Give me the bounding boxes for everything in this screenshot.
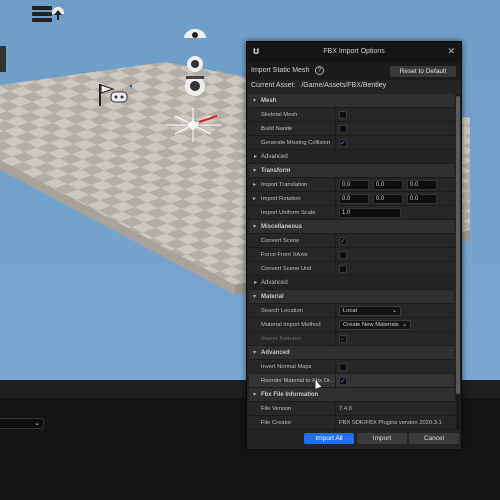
option-reorder-material: Reorder Material to Fbx Or... ✓ <box>249 374 454 388</box>
rotation-z-input[interactable]: 0.0 <box>407 194 437 204</box>
generate-collision-checkbox[interactable]: ✓ <box>339 139 347 147</box>
caret-down-icon: ▾ <box>253 98 257 104</box>
caret-down-icon: ▾ <box>253 392 257 398</box>
dialog-footer: Import All Import Cancel <box>247 430 461 449</box>
player-start-icon[interactable] <box>98 82 133 110</box>
rotation-y-input[interactable]: 0.0 <box>373 194 403 204</box>
option-build-nanite: Build Nanite <box>249 122 454 136</box>
file-version-value: 7.4.0 <box>339 406 352 412</box>
force-front-xaxis-checkbox[interactable] <box>339 251 347 259</box>
dialog-titlebar[interactable]: ʊ FBX Import Options ✕ <box>247 42 461 62</box>
caret-right-icon: ▸ <box>254 280 258 286</box>
option-convert-scene-unit: Convert Scene Unit <box>249 262 454 276</box>
info-file-version: File Version 7.4.0 <box>249 402 454 416</box>
import-textures-checkbox: ✓ <box>339 335 347 343</box>
uniform-scale-input[interactable]: 1.0 <box>339 208 401 218</box>
material-import-method-dropdown[interactable]: Create New Materials ⌄ <box>339 320 411 330</box>
file-creator-value: FBX SDK/FBX Plugins version 2020.3.1 <box>339 420 442 426</box>
chevron-down-icon: ⌄ <box>391 308 397 314</box>
caret-down-icon: ▾ <box>253 224 257 230</box>
help-icon[interactable]: ? <box>315 66 324 75</box>
translation-y-input[interactable]: 0.0 <box>373 180 403 190</box>
convert-scene-unit-checkbox[interactable] <box>339 265 347 273</box>
option-invert-normal-maps: Invert Normal Maps <box>249 360 454 374</box>
option-uniform-scale: Import Uniform Scale 1.0 <box>249 206 454 220</box>
reset-to-default-button[interactable]: Reset to Default <box>390 66 456 77</box>
option-force-front-xaxis: Force Front XAxis <box>249 248 454 262</box>
section-material[interactable]: ▾ Material <box>249 290 454 304</box>
sky-sphere-icon[interactable] <box>182 26 208 42</box>
caret-right-icon: ▸ <box>254 154 258 160</box>
option-convert-scene: Convert Scene ✓ <box>249 234 454 248</box>
section-mesh[interactable]: ▾ Mesh <box>249 94 454 108</box>
info-file-creator: File Creator FBX SDK/FBX Plugins version … <box>249 416 454 430</box>
import-all-button[interactable]: Import All <box>304 433 354 444</box>
section-advanced[interactable]: ▾ Advanced <box>249 346 454 360</box>
section-miscellaneous[interactable]: ▾ Miscellaneous <box>249 220 454 234</box>
option-import-translation: ▸ Import Translation 0.0 0.0 0.0 <box>249 178 454 192</box>
caret-right-icon[interactable]: ▸ <box>253 181 256 188</box>
close-icon[interactable]: ✕ <box>447 46 455 57</box>
viewport-edge-widget <box>0 46 6 72</box>
cancel-button[interactable]: Cancel <box>409 433 459 444</box>
rotation-x-input[interactable]: 0.0 <box>339 194 369 204</box>
options-scrollbar[interactable] <box>456 94 460 430</box>
convert-scene-checkbox[interactable]: ✓ <box>339 237 347 245</box>
cloud-upload-icon[interactable] <box>30 2 66 28</box>
translation-z-input[interactable]: 0.0 <box>407 180 437 190</box>
section-transform[interactable]: ▾ Transform <box>249 164 454 178</box>
invert-normal-maps-checkbox[interactable] <box>339 363 347 371</box>
current-asset-label: Current Asset: <box>251 82 296 89</box>
section-fbx-file-information[interactable]: ▾ Fbx File Information <box>249 388 454 402</box>
skeletal-mesh-checkbox[interactable] <box>339 111 347 119</box>
caret-down-icon: ▾ <box>253 294 257 300</box>
option-import-textures: Import Textures ✓ <box>249 332 454 346</box>
directional-light-gizmo-icon[interactable] <box>165 108 221 144</box>
dialog-subheader: Import Static Mesh ? Reset to Default <box>247 62 461 80</box>
chevron-down-icon: ⌄ <box>34 420 40 427</box>
option-skeletal-mesh: Skeletal Mesh <box>249 108 454 122</box>
dialog-title: FBX Import Options <box>323 48 385 55</box>
current-asset-path: /Game/Assets/FBX/Bentley <box>301 82 387 89</box>
import-type-label: Import Static Mesh <box>251 67 310 74</box>
reorder-material-checkbox[interactable]: ✓ <box>339 377 347 385</box>
chevron-down-icon: ⌄ <box>401 322 407 328</box>
import-button[interactable]: Import <box>357 433 407 444</box>
caret-right-icon[interactable]: ▸ <box>253 195 256 202</box>
search-location-dropdown[interactable]: Local ⌄ <box>339 306 401 316</box>
option-material-import-method: Material Import Method Create New Materi… <box>249 318 454 332</box>
mesh-advanced-toggle[interactable]: ▸ Advanced <box>249 150 454 164</box>
option-search-location: Search Location Local ⌄ <box>249 304 454 318</box>
current-asset: Current Asset: /Game/Assets/FBX/Bentley <box>251 82 386 89</box>
misc-advanced-toggle[interactable]: ▸ Advanced <box>249 276 454 290</box>
option-generate-collision: Generate Missing Collision ✓ <box>249 136 454 150</box>
caret-down-icon: ▾ <box>253 350 257 356</box>
options-panel[interactable]: ▾ Mesh Skeletal Mesh Build Nanite Generat… <box>249 94 454 430</box>
option-import-rotation: ▸ Import Rotation 0.0 0.0 0.0 <box>249 192 454 206</box>
caret-down-icon: ▾ <box>253 168 257 174</box>
translation-x-input[interactable]: 0.0 <box>339 180 369 190</box>
filter-dropdown[interactable]: ⌄ <box>0 418 44 429</box>
scrollbar-thumb[interactable] <box>456 96 460 394</box>
light-source-icon[interactable] <box>182 54 208 104</box>
fbx-import-dialog: ʊ FBX Import Options ✕ Import Static Mes… <box>246 41 462 449</box>
build-nanite-checkbox[interactable] <box>339 125 347 133</box>
